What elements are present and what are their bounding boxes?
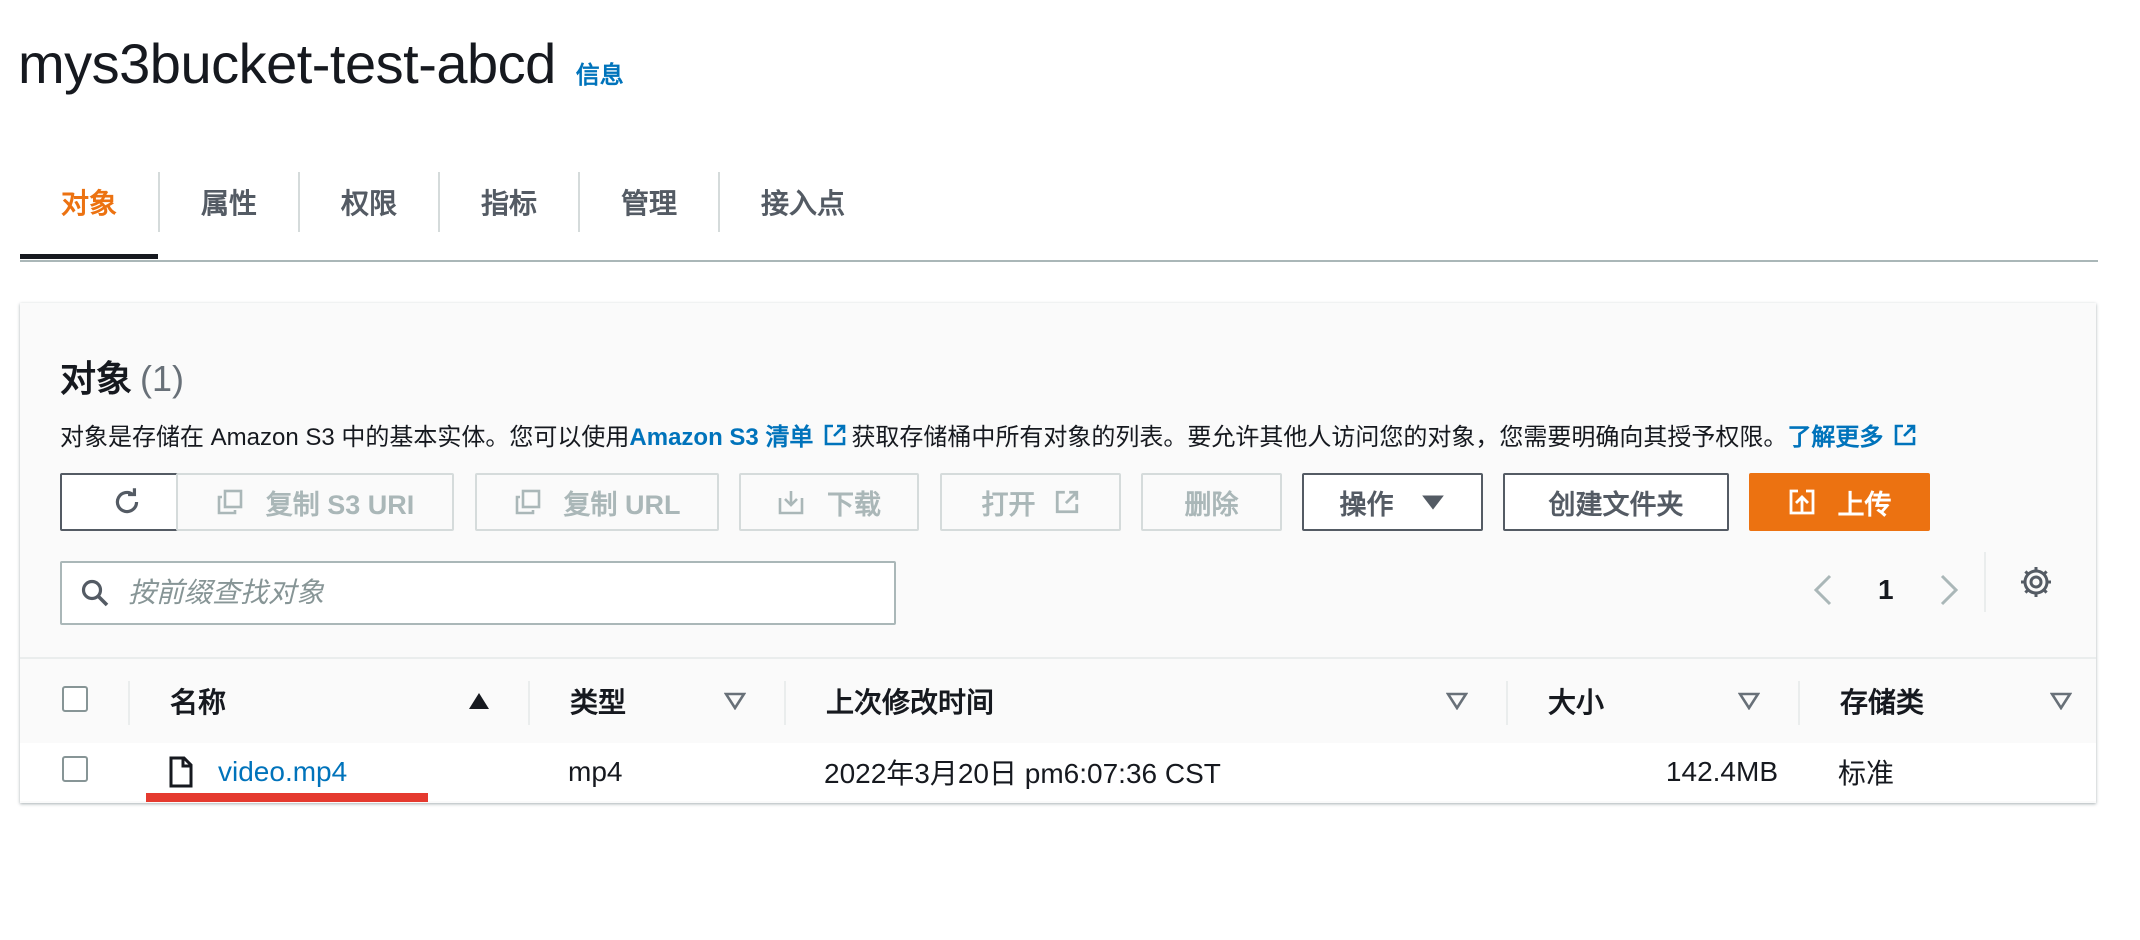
pagination: 1: [1810, 560, 1962, 620]
create-folder-label: 创建文件夹: [1548, 489, 1684, 520]
external-link-icon[interactable]: [1893, 423, 1917, 447]
sort-ascending-icon[interactable]: [468, 692, 490, 710]
type-cell: mp4: [568, 756, 623, 787]
page-header: mys3bucket-test-abcd 信息: [18, 28, 624, 98]
column-header-storage-class[interactable]: 存储类: [1840, 659, 1924, 743]
tab-access-points[interactable]: 接入点: [720, 172, 886, 232]
delete-button[interactable]: 删除: [1141, 473, 1282, 531]
copy-url-button[interactable]: 复制 URL: [475, 473, 719, 531]
upload-label: 上传: [1837, 489, 1892, 520]
column-divider: [1506, 681, 1508, 725]
inventory-link[interactable]: Amazon S3 清单: [629, 417, 813, 452]
delete-label: 删除: [1184, 489, 1239, 520]
object-count: (1): [140, 358, 185, 399]
copy-s3-uri-label: 复制 S3 URI: [265, 489, 415, 520]
sort-icon[interactable]: [724, 692, 746, 710]
panel-title: 对象: [60, 358, 133, 399]
search-input[interactable]: [126, 576, 850, 610]
actions-dropdown[interactable]: 操作: [1302, 473, 1483, 531]
last-modified-cell: 2022年3月20日 pm6:07:36 CST: [824, 758, 1221, 789]
panel-description: 对象是存储在 Amazon S3 中的基本实体。您可以使用 Amazon S3 …: [60, 417, 1921, 452]
open-button[interactable]: 打开: [940, 473, 1121, 531]
upload-button[interactable]: 上传: [1749, 473, 1930, 531]
upload-icon: [1789, 489, 1814, 515]
actions-label: 操作: [1339, 489, 1394, 520]
column-header-name[interactable]: 名称: [170, 659, 226, 743]
refresh-button[interactable]: [60, 473, 194, 531]
tab-properties[interactable]: 属性: [160, 172, 298, 232]
row-checkbox[interactable]: [62, 756, 88, 782]
table-header: 名称 类型 上次修改时间 大小 存储类: [20, 657, 2096, 745]
file-icon: [169, 756, 193, 788]
search-box[interactable]: [60, 561, 896, 625]
copy-icon: [217, 489, 243, 515]
column-header-last-modified[interactable]: 上次修改时间: [826, 659, 994, 743]
next-page-icon[interactable]: [1936, 572, 1962, 608]
tab-objects[interactable]: 对象: [20, 172, 158, 232]
size-cell: 142.4MB: [1665, 756, 1778, 787]
sort-icon[interactable]: [1738, 692, 1760, 710]
column-header-size[interactable]: 大小: [1548, 659, 1604, 743]
caret-down-icon: [1421, 495, 1444, 510]
page-number[interactable]: 1: [1878, 574, 1894, 606]
copy-url-label: 复制 URL: [563, 489, 681, 520]
sort-icon[interactable]: [1446, 692, 1468, 710]
open-label: 打开: [981, 489, 1036, 520]
bucket-title: mys3bucket-test-abcd: [18, 31, 556, 95]
sort-icon[interactable]: [2050, 692, 2072, 710]
tab-permissions[interactable]: 权限: [300, 172, 438, 232]
tab-bar: 对象 属性 权限 指标 管理 接入点: [20, 172, 2098, 262]
download-label: 下载: [827, 489, 881, 520]
search-icon: [81, 579, 109, 607]
column-header-type[interactable]: 类型: [570, 659, 626, 743]
column-divider: [784, 681, 786, 725]
description-text: 获取存储桶中所有对象的列表。要允许其他人访问您的对象，您需要明确向其授予权限。: [851, 424, 1788, 451]
settings-gear-icon[interactable]: [2018, 564, 2054, 600]
pagination-divider: [1984, 552, 1986, 612]
storage-class-cell: 标准: [1838, 758, 1895, 789]
copy-s3-uri-button[interactable]: 复制 S3 URI: [176, 473, 454, 531]
column-divider: [1798, 681, 1800, 725]
annotation-underline: [146, 793, 428, 802]
create-folder-button[interactable]: 创建文件夹: [1503, 473, 1729, 531]
external-link-icon[interactable]: [823, 423, 847, 447]
tab-metrics[interactable]: 指标: [440, 172, 578, 232]
previous-page-icon[interactable]: [1810, 572, 1836, 608]
panel-header: 对象 (1): [60, 350, 184, 402]
external-link-icon: [1055, 490, 1078, 514]
file-name-link[interactable]: video.mp4: [218, 756, 347, 788]
tab-management[interactable]: 管理: [580, 172, 718, 232]
refresh-icon: [115, 488, 139, 514]
download-button[interactable]: 下载: [739, 473, 919, 531]
select-all-checkbox[interactable]: [62, 686, 88, 712]
copy-icon: [515, 489, 540, 515]
learn-more-link[interactable]: 了解更多: [1787, 417, 1883, 452]
info-link[interactable]: 信息: [576, 55, 624, 90]
column-divider: [528, 681, 530, 725]
description-text: 对象是存储在 Amazon S3 中的基本实体。您可以使用: [60, 424, 630, 451]
column-divider: [128, 681, 130, 725]
download-icon: [778, 491, 804, 515]
active-tab-indicator: [20, 254, 158, 259]
